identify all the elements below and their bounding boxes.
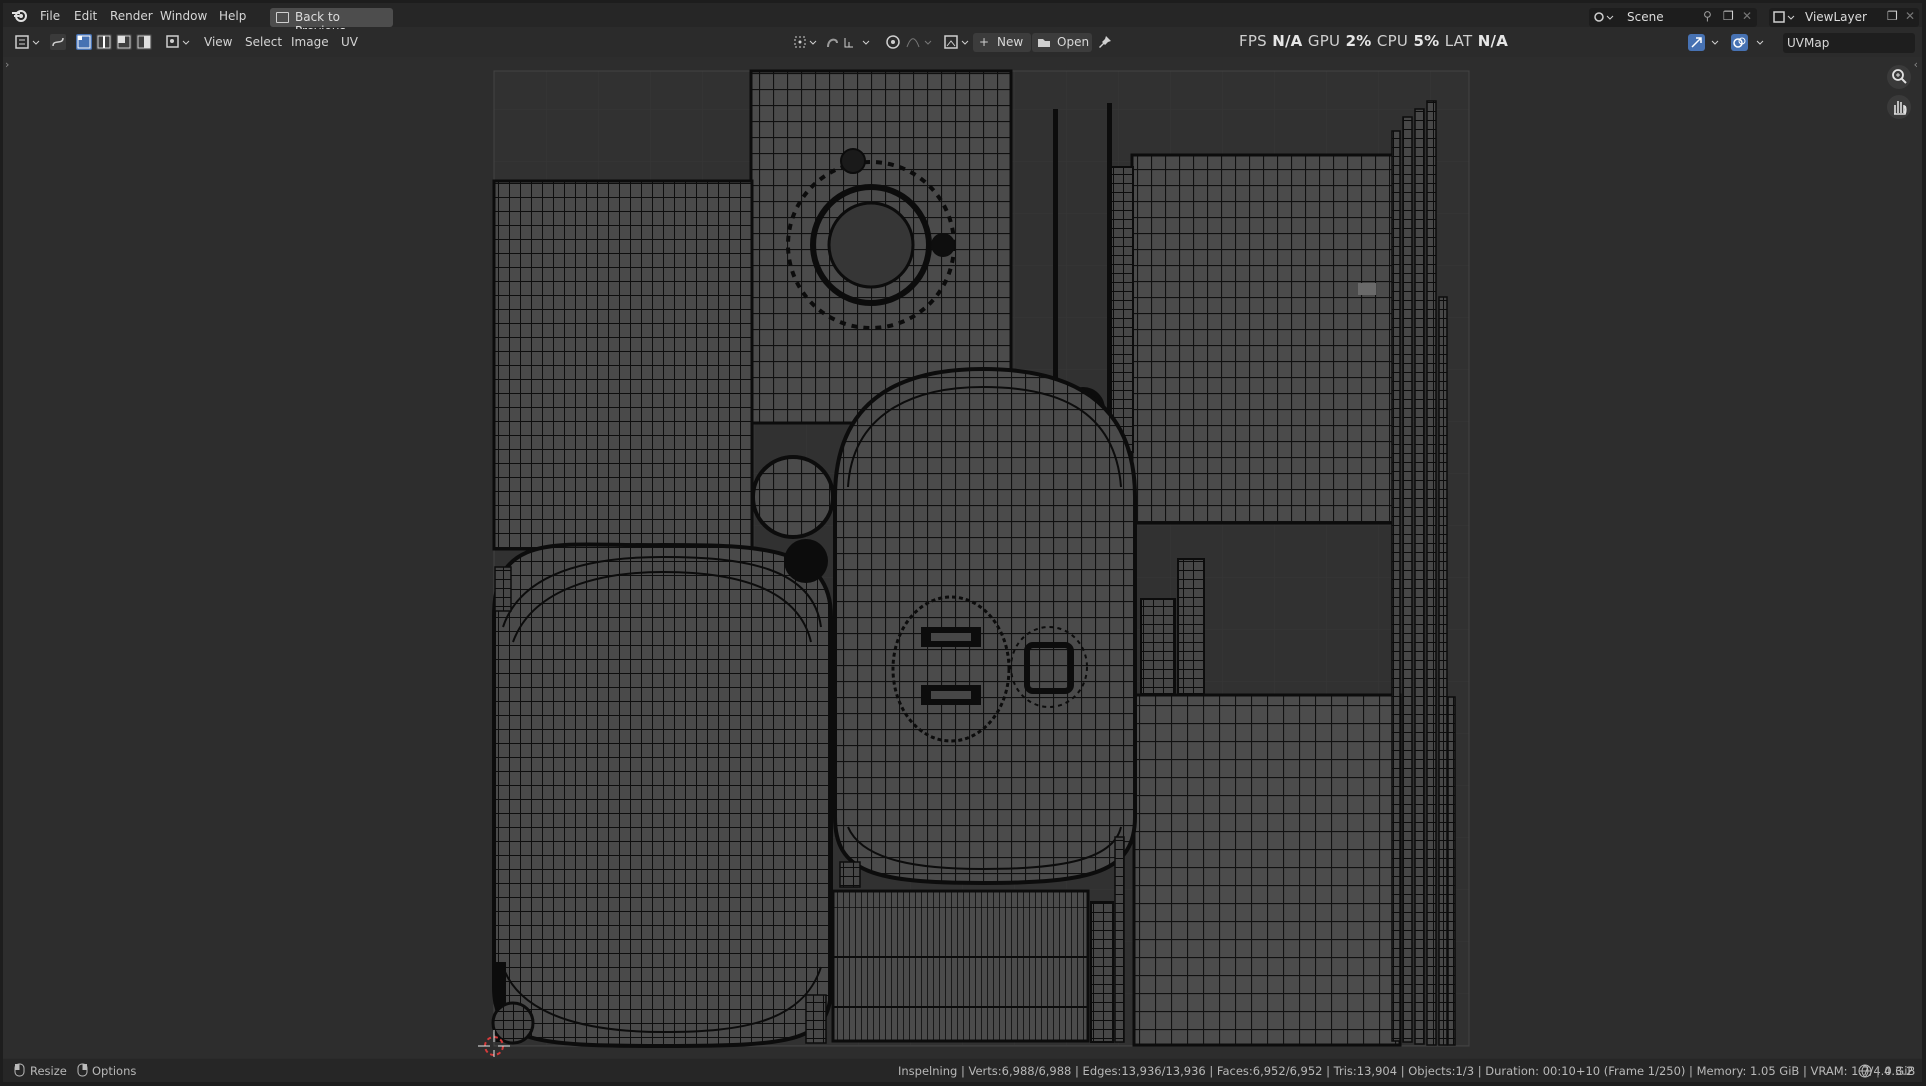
proportional-editing-icon[interactable] bbox=[885, 34, 935, 50]
pin-icon[interactable] bbox=[1097, 34, 1113, 50]
uv-strip[interactable] bbox=[1447, 696, 1456, 1046]
scene-selector[interactable]: Scene ⚲ ❐ ✕ bbox=[1589, 8, 1757, 27]
menu-window[interactable]: Window bbox=[160, 8, 207, 24]
uv-strip[interactable] bbox=[1402, 116, 1413, 1043]
status-bar: Resize Options Inspelning | Verts:6,988/… bbox=[3, 1059, 1922, 1082]
uv-strip[interactable] bbox=[1426, 100, 1437, 1046]
overlays-toggle-icon[interactable] bbox=[1731, 34, 1771, 51]
pin-icon[interactable]: ⚲ bbox=[1703, 9, 1712, 23]
uv-face-selected bbox=[1358, 283, 1376, 295]
globe-icon bbox=[1858, 1064, 1872, 1078]
scene-icon bbox=[1594, 12, 1614, 22]
uv-island[interactable] bbox=[833, 366, 1137, 886]
menu-render[interactable]: Render bbox=[110, 8, 153, 24]
gpu-value: 2% bbox=[1345, 32, 1372, 50]
open-image-button[interactable]: Open bbox=[1032, 33, 1092, 52]
uv-island[interactable] bbox=[492, 179, 754, 551]
uv-strip[interactable] bbox=[1110, 166, 1134, 453]
uv-island[interactable] bbox=[831, 889, 1090, 1043]
uv-strip[interactable] bbox=[1414, 108, 1425, 1045]
window-icon bbox=[276, 12, 289, 23]
menu-image[interactable]: Image bbox=[291, 35, 329, 49]
sync-selection-icon[interactable] bbox=[50, 34, 66, 50]
delete-view-layer-icon[interactable]: ✕ bbox=[1905, 9, 1915, 23]
uv-strip[interactable] bbox=[1391, 130, 1401, 1042]
gizmo-toggle-icon[interactable] bbox=[1688, 34, 1724, 51]
scene-name: Scene bbox=[1627, 10, 1664, 24]
face-select-icon[interactable] bbox=[116, 34, 132, 50]
uv-island[interactable] bbox=[805, 994, 827, 1044]
lat-value: N/A bbox=[1477, 32, 1509, 50]
uv-island[interactable] bbox=[839, 861, 861, 888]
new-image-button[interactable]: + New bbox=[973, 33, 1031, 52]
uv-island[interactable] bbox=[1090, 901, 1114, 1043]
back-to-previous-button[interactable]: Back to Previous bbox=[270, 8, 393, 38]
fps-label: FPS bbox=[1239, 32, 1267, 50]
gpu-label: GPU bbox=[1307, 32, 1341, 50]
menu-select[interactable]: Select bbox=[245, 35, 282, 49]
status-resize: Resize bbox=[30, 1064, 67, 1078]
uv-strip[interactable] bbox=[1114, 836, 1125, 1043]
vertex-select-icon[interactable] bbox=[76, 34, 92, 50]
uv-map-selector[interactable]: UVMap bbox=[1783, 33, 1915, 53]
new-scene-icon[interactable]: ❐ bbox=[1723, 9, 1734, 23]
uv-map-name: UVMap bbox=[1787, 36, 1830, 50]
blender-version: 4.3.2 bbox=[1884, 1064, 1914, 1078]
uv-island[interactable] bbox=[784, 539, 828, 583]
uv-editor-icon[interactable] bbox=[15, 34, 43, 50]
uv-island[interactable] bbox=[751, 455, 835, 539]
folder-icon bbox=[1038, 39, 1050, 47]
island-select-icon[interactable] bbox=[136, 34, 152, 50]
menu-view[interactable]: View bbox=[204, 35, 232, 49]
sticky-selection-icon[interactable] bbox=[165, 34, 193, 50]
menu-file[interactable]: File bbox=[40, 8, 60, 24]
uv-editor-header: View Select Image UV + New Open FPS N/A … bbox=[3, 29, 1922, 55]
mouse-left-icon bbox=[14, 1063, 25, 1077]
uv-island[interactable] bbox=[494, 566, 512, 612]
uv-island[interactable] bbox=[1130, 153, 1396, 525]
open-image-label: Open bbox=[1057, 35, 1090, 49]
menu-edit[interactable]: Edit bbox=[74, 8, 97, 24]
cpu-label: CPU bbox=[1376, 32, 1409, 50]
view-layer-selector[interactable]: ViewLayer ❐ ✕ bbox=[1769, 8, 1919, 27]
fps-value: N/A bbox=[1272, 32, 1303, 50]
delete-scene-icon[interactable]: ✕ bbox=[1742, 9, 1752, 23]
blender-logo-icon[interactable] bbox=[11, 7, 29, 23]
new-view-layer-icon[interactable]: ❐ bbox=[1887, 9, 1898, 23]
new-image-label: New bbox=[997, 35, 1024, 49]
image-browse-icon[interactable] bbox=[943, 34, 971, 50]
uv-island[interactable] bbox=[1132, 693, 1402, 1047]
uv-island[interactable] bbox=[492, 542, 833, 1049]
menu-uv[interactable]: UV bbox=[341, 35, 358, 49]
status-options: Options bbox=[92, 1064, 137, 1078]
snap-icon[interactable] bbox=[825, 34, 875, 50]
performance-stats: FPS N/A GPU 2% CPU 5% LAT N/A bbox=[1239, 32, 1508, 50]
view-layer-icon bbox=[1773, 11, 1795, 23]
uv-strip[interactable] bbox=[1438, 296, 1448, 1046]
top-bar: File Edit Render Window Help Back to Pre… bbox=[3, 3, 1922, 38]
uv-strip[interactable] bbox=[1053, 109, 1058, 419]
uv-island[interactable] bbox=[1140, 598, 1176, 695]
uv-island[interactable] bbox=[491, 1001, 535, 1045]
uv-canvas[interactable] bbox=[3, 57, 1922, 1058]
mouse-right-icon bbox=[77, 1063, 88, 1077]
plus-icon: + bbox=[979, 35, 990, 49]
pivot-icon[interactable] bbox=[793, 34, 821, 50]
cpu-value: 5% bbox=[1413, 32, 1440, 50]
uv-viewport[interactable]: › ‹ bbox=[3, 57, 1922, 1058]
uv-island[interactable] bbox=[1177, 558, 1205, 695]
view-layer-name: ViewLayer bbox=[1805, 10, 1867, 24]
menu-help[interactable]: Help bbox=[219, 8, 246, 24]
edge-select-icon[interactable] bbox=[96, 34, 112, 50]
scene-statistics: Inspelning | Verts:6,988/6,988 | Edges:1… bbox=[898, 1064, 1916, 1078]
lat-label: LAT bbox=[1444, 32, 1473, 50]
